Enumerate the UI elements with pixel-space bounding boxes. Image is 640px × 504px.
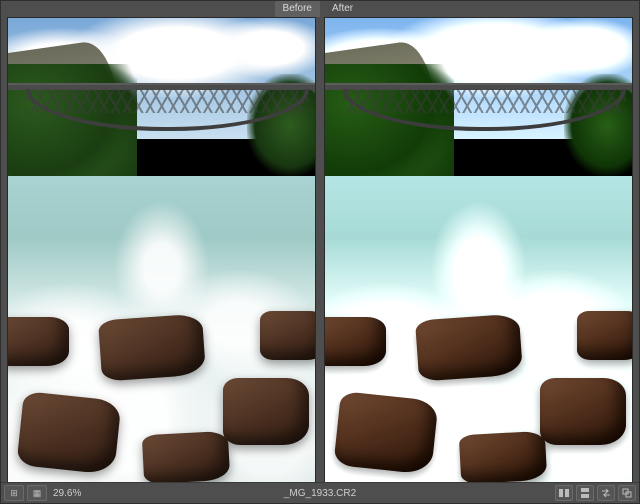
status-bar: ⊞ ▦ 29.6% _MG_1933.CR2 [1, 482, 639, 503]
compare-top-bottom-button[interactable] [576, 485, 594, 501]
after-label: After [324, 1, 361, 17]
toggle-view-button[interactable]: ⊞ [4, 485, 24, 501]
before-image-pane[interactable] [7, 17, 316, 483]
grid-view-button[interactable]: ▦ [27, 485, 47, 501]
copy-settings-button[interactable] [618, 485, 636, 501]
swap-before-after-button[interactable] [597, 485, 615, 501]
compare-header: Before After [1, 1, 639, 17]
filename-label: _MG_1933.CR2 [284, 488, 356, 499]
after-header: After [320, 1, 639, 17]
camera-raw-preview-window: Before After [0, 0, 640, 504]
before-header: Before [1, 1, 320, 17]
after-image-pane[interactable] [324, 17, 633, 483]
before-label: Before [275, 1, 320, 17]
after-image [325, 18, 632, 482]
compare-left-right-button[interactable] [555, 485, 573, 501]
compare-panes [7, 17, 633, 483]
before-image [8, 18, 315, 482]
zoom-level[interactable]: 29.6% [53, 488, 81, 499]
